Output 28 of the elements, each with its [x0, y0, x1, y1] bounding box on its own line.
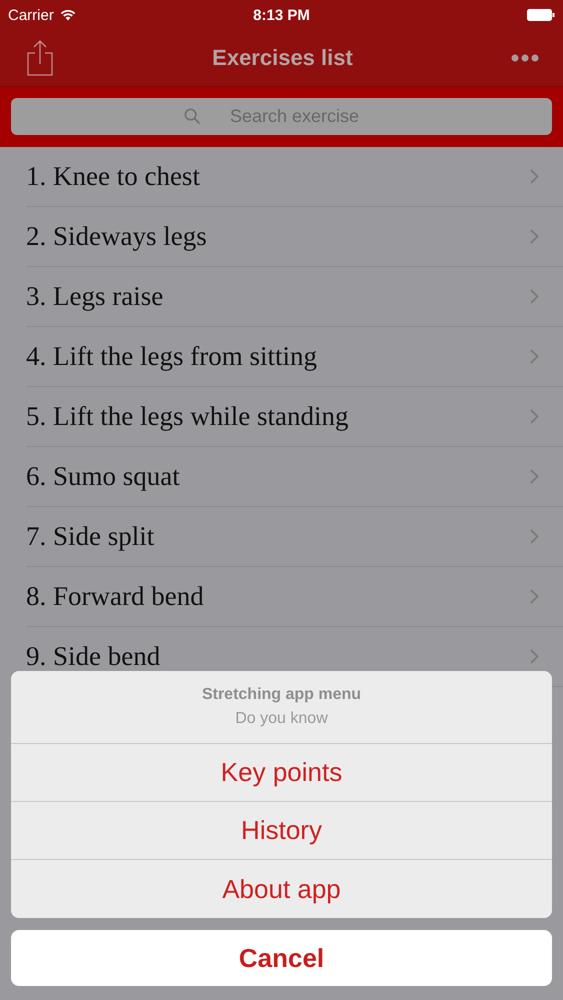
exercise-row[interactable]: 2. Sideways legs [26, 207, 563, 267]
chevron-icon [530, 169, 539, 184]
menu-message: Do you know [235, 710, 328, 728]
wifi-icon [60, 9, 76, 21]
exercise-row[interactable]: 5. Lift the legs while standing [26, 387, 563, 447]
cancel-button[interactable]: Cancel [11, 930, 552, 986]
chevron-icon [530, 469, 539, 484]
exercise-row[interactable]: 8. Forward bend [26, 567, 563, 627]
battery-icon [526, 9, 555, 21]
share-icon[interactable] [26, 40, 54, 76]
search-icon [184, 108, 200, 125]
exercise-row[interactable]: 7. Side split [26, 507, 563, 567]
chevron-icon [530, 229, 539, 244]
chevron-icon [530, 589, 539, 604]
chevron-icon [530, 289, 539, 304]
exercise-row[interactable]: 4. Lift the legs from sitting [26, 327, 563, 387]
carrier-name: Carrier [8, 6, 54, 24]
exercise-row[interactable]: 1. Knee to chest [26, 147, 563, 207]
screen-title: Exercises list [212, 45, 353, 71]
chevron-icon [530, 649, 539, 664]
exercise-row[interactable]: 3. Legs raise [26, 267, 563, 327]
chevron-icon [530, 529, 539, 544]
menu-title: Stretching app menu [202, 686, 362, 704]
chevron-icon [530, 409, 539, 424]
chevron-icon [530, 349, 539, 364]
more-icon[interactable] [510, 54, 539, 62]
exercise-row[interactable]: 6. Sumo squat [26, 447, 563, 507]
status-time: 8:13 PM [253, 6, 310, 24]
